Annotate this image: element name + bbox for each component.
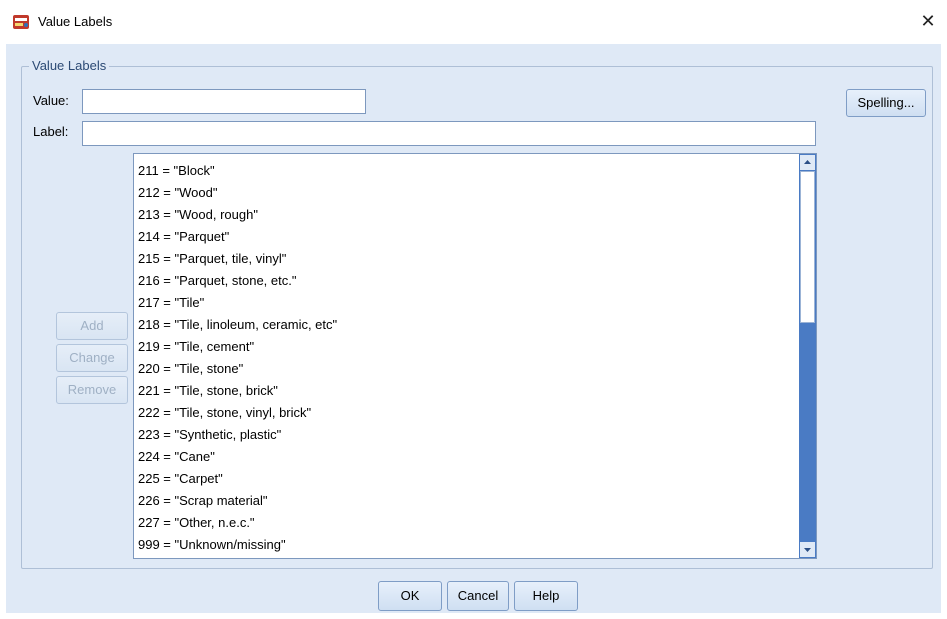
value-field-label: Value: [33, 93, 69, 108]
list-item[interactable]: 215 = "Parquet, tile, vinyl" [138, 248, 788, 270]
list-item[interactable]: 218 = "Tile, linoleum, ceramic, etc" [138, 314, 788, 336]
list-item[interactable]: 226 = "Scrap material" [138, 490, 788, 512]
spelling-button[interactable]: Spelling... [846, 89, 926, 117]
label-input[interactable] [82, 121, 816, 146]
cancel-button[interactable]: Cancel [447, 581, 509, 611]
list-item[interactable]: 211 = "Block" [138, 160, 788, 182]
value-input[interactable] [82, 89, 366, 114]
remove-button[interactable]: Remove [56, 376, 128, 404]
close-icon[interactable]: ✕ [915, 8, 941, 34]
value-labels-list[interactable]: 211 = "Block" 212 = "Wood" 213 = "Wood, ro… [133, 153, 817, 559]
list-vertical-scrollbar[interactable] [799, 154, 816, 558]
list-item[interactable]: 999 = "Unknown/missing" [138, 534, 788, 556]
list-item[interactable]: 223 = "Synthetic, plastic" [138, 424, 788, 446]
list-item[interactable]: 219 = "Tile, cement" [138, 336, 788, 358]
scroll-up-arrow-icon[interactable] [800, 155, 815, 170]
value-labels-list-items: 211 = "Block" 212 = "Wood" 213 = "Wood, ro… [138, 160, 788, 556]
list-item[interactable]: 212 = "Wood" [138, 182, 788, 204]
list-item[interactable]: 217 = "Tile" [138, 292, 788, 314]
list-item[interactable]: 220 = "Tile, stone" [138, 358, 788, 380]
scroll-down-arrow-icon[interactable] [800, 542, 815, 557]
ok-button[interactable]: OK [378, 581, 442, 611]
change-button[interactable]: Change [56, 344, 128, 372]
list-item[interactable]: 214 = "Parquet" [138, 226, 788, 248]
help-button[interactable]: Help [514, 581, 578, 611]
list-item[interactable]: 221 = "Tile, stone, brick" [138, 380, 788, 402]
add-button[interactable]: Add [56, 312, 128, 340]
label-field-label: Label: [33, 124, 69, 139]
list-item[interactable]: 227 = "Other, n.e.c." [138, 512, 788, 534]
scroll-thumb[interactable] [800, 171, 815, 323]
title-bar: Value Labels ✕ [0, 0, 947, 44]
list-item[interactable]: 224 = "Cane" [138, 446, 788, 468]
list-item[interactable]: 216 = "Parquet, stone, etc." [138, 270, 788, 292]
list-item[interactable]: 213 = "Wood, rough" [138, 204, 788, 226]
groupbox-legend: Value Labels [29, 58, 110, 73]
value-labels-app-icon [12, 13, 30, 31]
list-item[interactable]: 225 = "Carpet" [138, 468, 788, 490]
dialog-client-area: Value Labels Value: Label: Spelling... A… [6, 44, 941, 613]
window-title: Value Labels [38, 14, 113, 29]
list-item[interactable]: 222 = "Tile, stone, vinyl, brick" [138, 402, 788, 424]
